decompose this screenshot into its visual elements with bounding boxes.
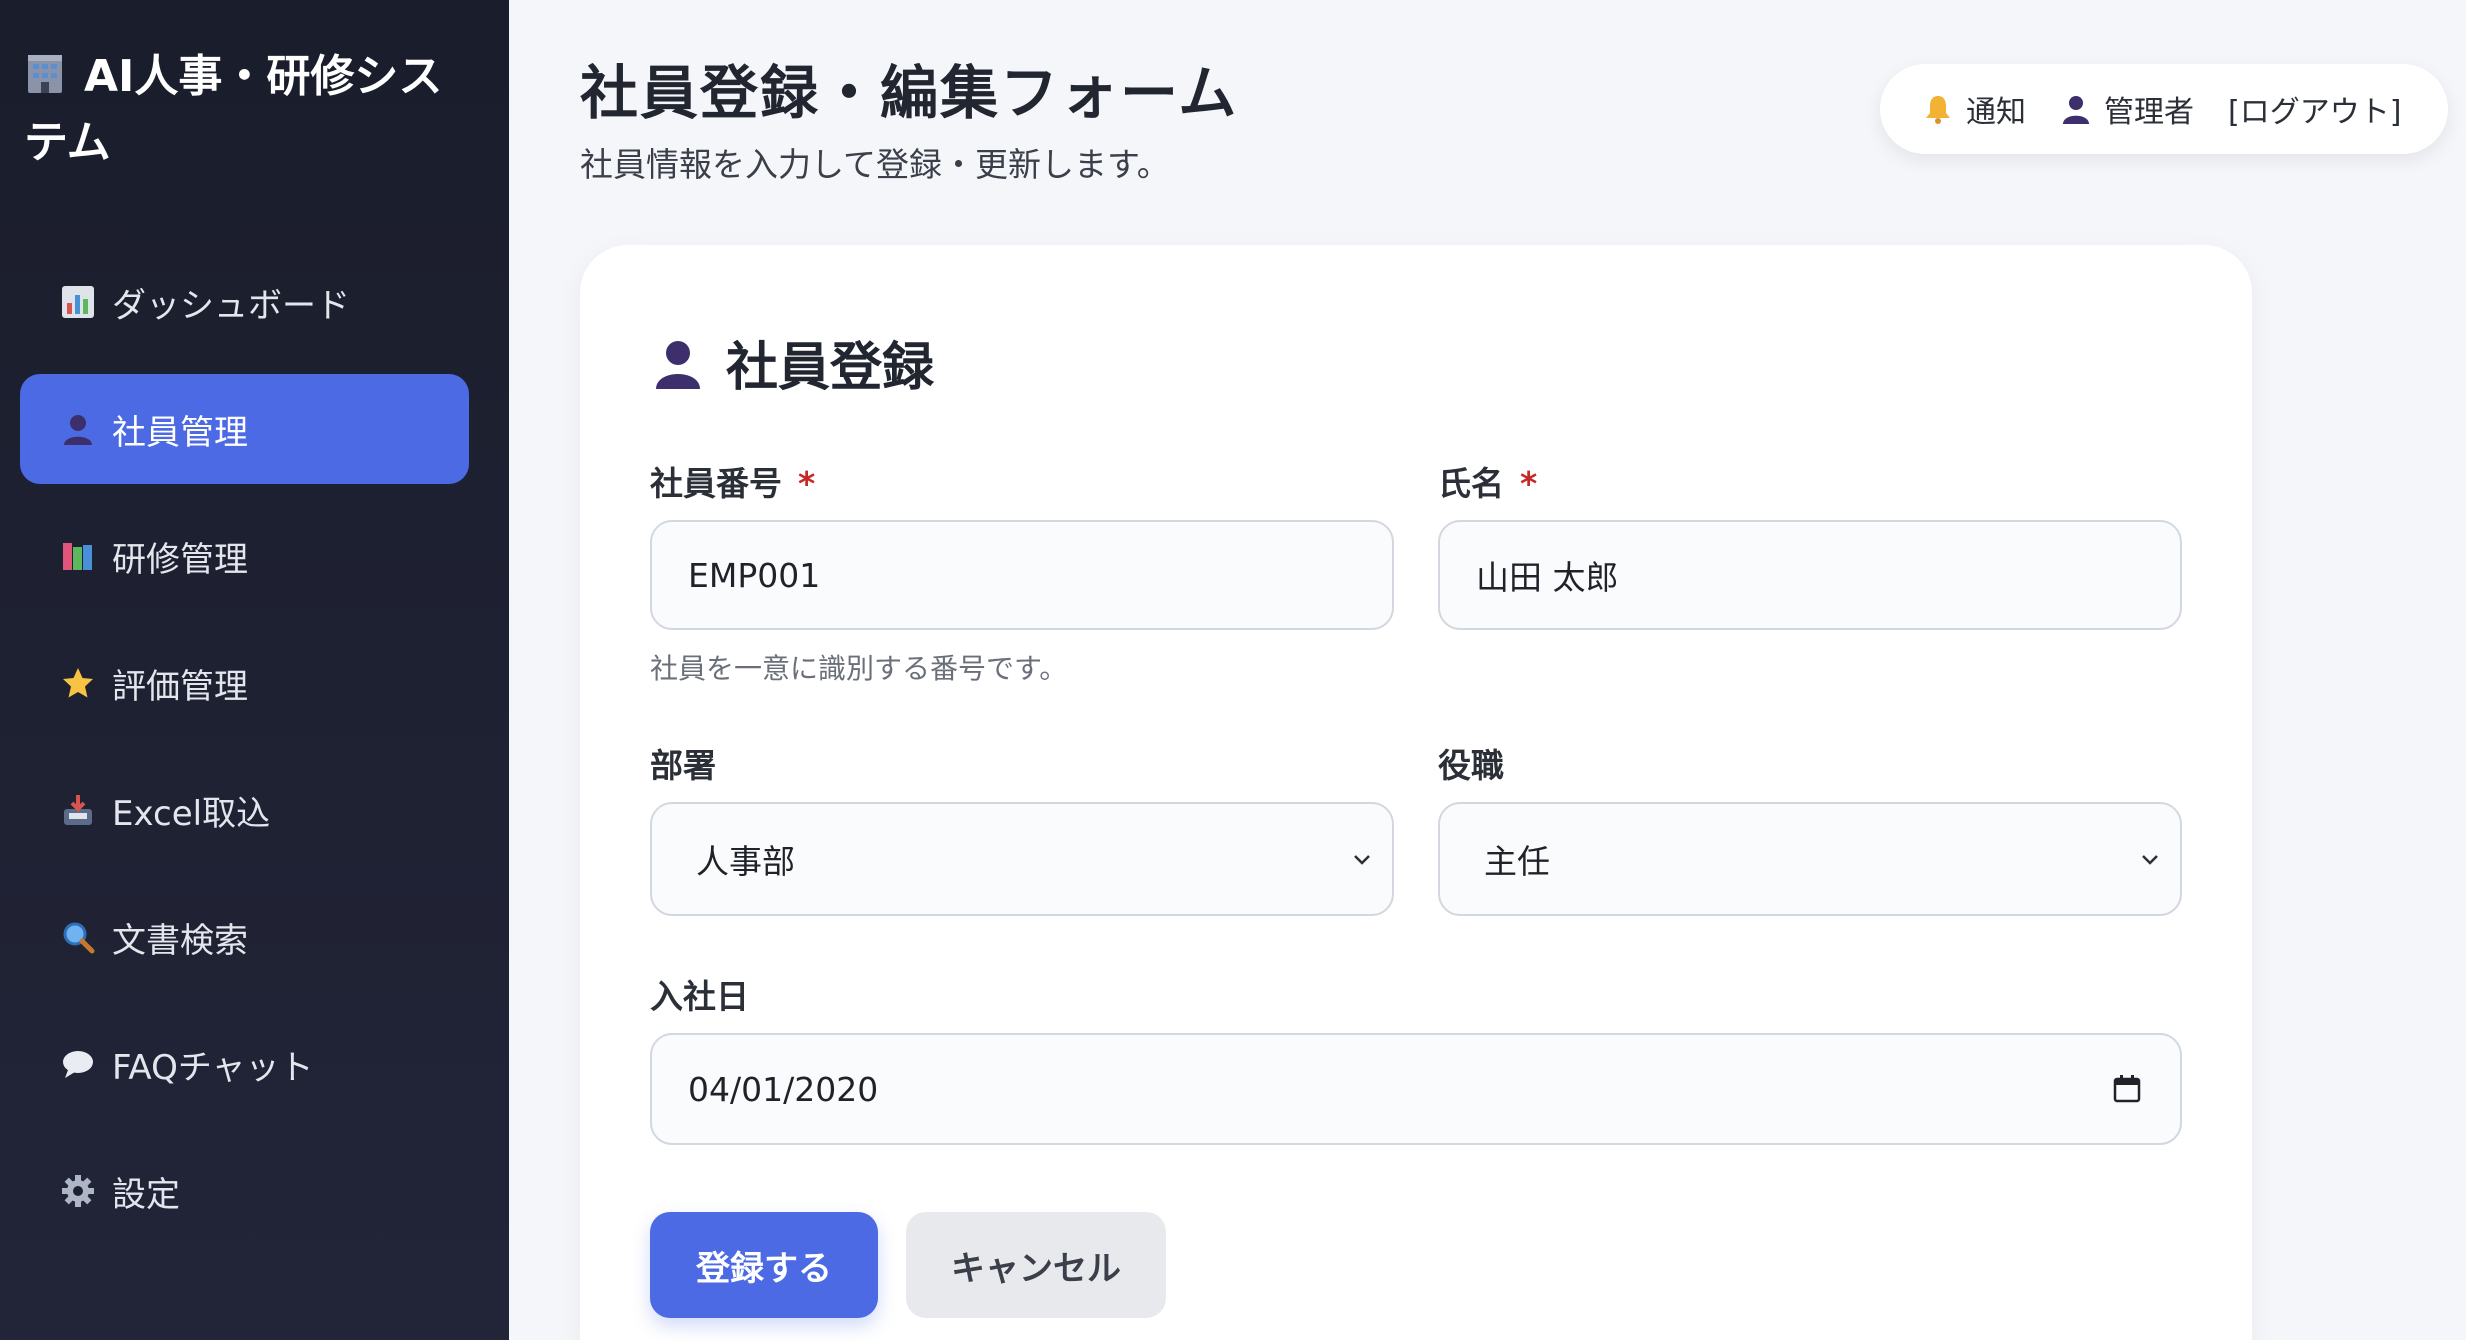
employee-id-label: 社員番号 *	[650, 457, 815, 505]
employee-form-card: 社員登録 社員番号 * EMP001 社員を一意に識別する番号です。 氏名 * 山田…	[580, 245, 2252, 1340]
page-subtitle: 社員情報を入力して登録・更新します。	[580, 145, 1170, 184]
sidebar-item-label: Excel取込	[112, 793, 271, 834]
books-icon	[60, 538, 96, 574]
gear-icon	[60, 1173, 96, 1209]
sidebar-item-dashboard[interactable]: ダッシュボード	[20, 247, 469, 357]
hire-date-value: 04/01/2020	[688, 1069, 879, 1109]
sidebar-nav: ダッシュボード 社員管理 研修管理 評価管理 Excel取込 文書検索 FAQチ…	[20, 247, 469, 1263]
required-mark: *	[798, 464, 816, 503]
sidebar-item-label: 設定	[112, 1174, 180, 1215]
hire-date-input[interactable]: 04/01/2020	[650, 1033, 2182, 1145]
form-title: 社員登録	[652, 325, 934, 400]
sidebar-item-label: 研修管理	[112, 539, 248, 580]
user-bar: 通知 管理者 [ログアウト]	[1880, 64, 2448, 154]
sidebar-item-label: FAQチャット	[112, 1047, 314, 1088]
employee-id-value: EMP001	[688, 555, 821, 595]
form-title-text: 社員登録	[726, 338, 935, 398]
sidebar-item-employees[interactable]: 社員管理	[20, 374, 469, 484]
notification-button[interactable]: 通知	[1922, 87, 2026, 131]
calendar-icon[interactable]	[2112, 1074, 2142, 1104]
employee-id-input[interactable]: EMP001	[650, 520, 1394, 630]
sidebar-item-label: ダッシュボード	[112, 285, 350, 326]
bell-icon	[1926, 96, 1950, 124]
chevron-down-icon	[1354, 855, 1370, 865]
sidebar-item-doc-search[interactable]: 文書検索	[20, 882, 469, 992]
department-value: 人事部	[696, 842, 795, 881]
department-label: 部署	[650, 746, 716, 785]
sidebar-item-settings[interactable]: 設定	[20, 1136, 469, 1246]
name-label: 氏名 *	[1438, 457, 1537, 505]
app-brand: AI人事・研修システム	[24, 44, 484, 176]
bar-chart-icon	[60, 284, 96, 320]
name-input[interactable]: 山田 太郎	[1438, 520, 2182, 630]
person-icon	[2063, 96, 2089, 124]
office-building-icon	[28, 55, 62, 93]
position-select[interactable]: 主任	[1438, 802, 2182, 916]
employee-id-label-text: 社員番号	[650, 464, 782, 503]
page-title: 社員登録・編集フォーム	[580, 59, 1239, 127]
brand-text: AI人事・研修システム	[24, 51, 443, 168]
name-value: 山田 太郎	[1476, 558, 1619, 597]
sidebar-item-label: 評価管理	[112, 666, 248, 707]
cancel-button[interactable]: キャンセル	[906, 1212, 1166, 1318]
sidebar-item-training[interactable]: 研修管理	[20, 501, 469, 611]
inbox-tray-icon	[60, 792, 96, 828]
sidebar-item-excel-import[interactable]: Excel取込	[20, 755, 469, 865]
sidebar-item-label: 文書検索	[112, 920, 248, 961]
person-icon	[656, 340, 700, 389]
sidebar-item-evaluation[interactable]: 評価管理	[20, 628, 469, 738]
name-label-text: 氏名	[1438, 464, 1504, 503]
submit-button[interactable]: 登録する	[650, 1212, 878, 1318]
person-icon	[60, 411, 96, 447]
star-icon	[60, 665, 96, 701]
logout-link[interactable]: [ログアウト]	[2228, 87, 2401, 131]
position-value: 主任	[1484, 842, 1550, 881]
magnifier-icon	[60, 919, 96, 955]
admin-user: 管理者	[2060, 87, 2194, 131]
required-mark: *	[1520, 464, 1538, 503]
sidebar-item-label: 社員管理	[112, 412, 248, 453]
hire-date-label: 入社日	[650, 977, 749, 1016]
sidebar-item-faq-chat[interactable]: FAQチャット	[20, 1009, 469, 1119]
sidebar: AI人事・研修システム ダッシュボード 社員管理 研修管理 評価管理 Excel…	[0, 0, 509, 1340]
department-select[interactable]: 人事部	[650, 802, 1394, 916]
speech-bubble-icon	[60, 1046, 96, 1082]
employee-id-hint: 社員を一意に識別する番号です。	[650, 652, 1068, 685]
admin-label: 管理者	[2104, 95, 2194, 130]
position-label: 役職	[1438, 746, 1504, 785]
chevron-down-icon	[2142, 855, 2158, 865]
notification-label: 通知	[1966, 95, 2026, 130]
